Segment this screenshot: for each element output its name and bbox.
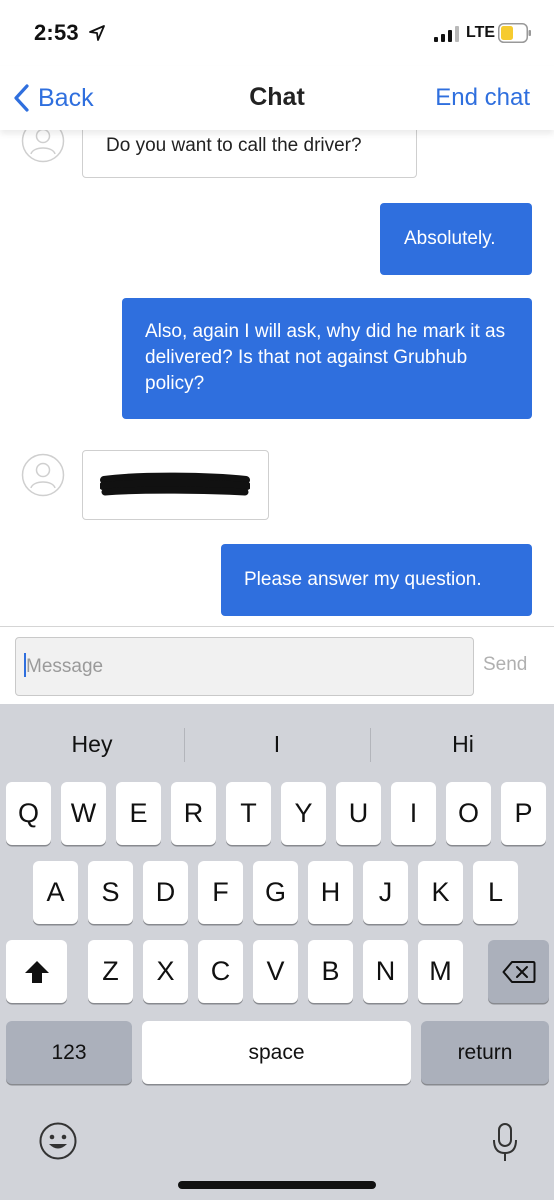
key-l[interactable]: L (473, 861, 518, 924)
key-h[interactable]: H (308, 861, 353, 924)
agent-message-bubble: Do you want to call the driver? (82, 130, 417, 178)
numbers-key[interactable]: 123 (6, 1021, 132, 1084)
key-r[interactable]: R (171, 782, 216, 845)
key-f[interactable]: F (198, 861, 243, 924)
key-p[interactable]: P (501, 782, 546, 845)
key-o[interactable]: O (446, 782, 491, 845)
user-message-bubble: Please answer my question. (221, 544, 532, 616)
redaction-scribble (100, 472, 250, 496)
key-s[interactable]: S (88, 861, 133, 924)
microphone-icon[interactable] (491, 1122, 519, 1164)
status-time: 2:53 (34, 20, 79, 45)
chevron-left-icon (14, 84, 29, 112)
key-u[interactable]: U (336, 782, 381, 845)
user-message-bubble: Also, again I will ask, why did he mark … (122, 298, 532, 419)
key-y[interactable]: Y (281, 782, 326, 845)
text-caret (24, 653, 26, 677)
shift-arrow-icon (24, 960, 49, 983)
key-a[interactable]: A (33, 861, 78, 924)
key-j[interactable]: J (363, 861, 408, 924)
agent-avatar-icon (21, 130, 65, 163)
predictive-bar: Hey I Hi (0, 704, 554, 784)
location-arrow-icon (89, 25, 105, 41)
key-m[interactable]: M (418, 940, 463, 1003)
key-b[interactable]: B (308, 940, 353, 1003)
key-q[interactable]: Q (6, 782, 51, 845)
delete-key[interactable] (488, 940, 549, 1003)
backspace-icon (502, 960, 535, 983)
status-bar: 2:53 LTE (0, 0, 554, 66)
keyboard: Hey I Hi Q W E R T Y U I O P A S D F G H… (0, 704, 554, 1200)
key-w[interactable]: W (61, 782, 106, 845)
battery-icon (498, 23, 531, 43)
agent-message-bubble (82, 450, 269, 520)
return-key[interactable]: return (421, 1021, 549, 1084)
back-button[interactable]: Back (12, 82, 94, 114)
key-g[interactable]: G (253, 861, 298, 924)
emoji-icon[interactable] (38, 1121, 78, 1161)
key-x[interactable]: X (143, 940, 188, 1003)
key-c[interactable]: C (198, 940, 243, 1003)
send-button[interactable]: Send (483, 654, 527, 676)
suggestion-2[interactable]: I (185, 704, 369, 784)
home-indicator[interactable] (178, 1181, 376, 1189)
user-message-bubble: Absolutely. (380, 203, 532, 275)
key-t[interactable]: T (226, 782, 271, 845)
key-d[interactable]: D (143, 861, 188, 924)
network-type: LTE (466, 24, 496, 41)
key-i[interactable]: I (391, 782, 436, 845)
key-e[interactable]: E (116, 782, 161, 845)
shift-key[interactable] (6, 940, 67, 1003)
key-n[interactable]: N (363, 940, 408, 1003)
key-z[interactable]: Z (88, 940, 133, 1003)
key-k[interactable]: K (418, 861, 463, 924)
suggestion-3[interactable]: Hi (371, 704, 554, 784)
back-label: Back (38, 83, 94, 112)
key-v[interactable]: V (253, 940, 298, 1003)
message-list[interactable]: Do you want to call the driver? Absolute… (0, 130, 554, 626)
suggestion-1[interactable]: Hey (0, 704, 184, 784)
space-key[interactable]: space (142, 1021, 411, 1084)
end-chat-button[interactable]: End chat (435, 84, 530, 112)
agent-avatar-icon (21, 453, 65, 497)
message-composer: Send (0, 626, 554, 704)
cell-signal-icon (434, 26, 459, 42)
nav-bar: Back Chat End chat (0, 66, 554, 130)
message-input[interactable] (15, 637, 474, 696)
